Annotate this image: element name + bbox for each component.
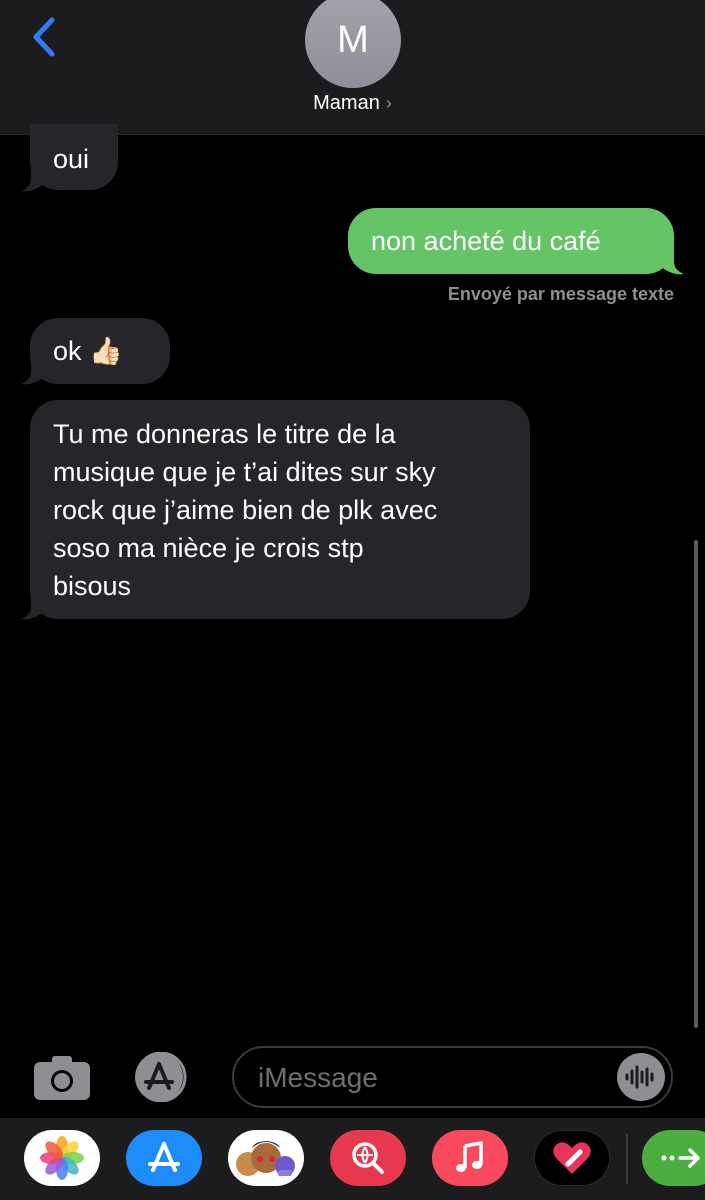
images-search-icon [352, 1142, 384, 1174]
conversation-header: M Maman › [0, 0, 705, 135]
app-store-icon [148, 1142, 180, 1172]
apps-button[interactable] [132, 1051, 198, 1103]
scrollbar[interactable] [694, 540, 698, 1028]
message-bubble-outgoing[interactable]: non acheté du café [348, 208, 674, 274]
message-input[interactable] [256, 1058, 620, 1098]
message-line: bisous [53, 571, 132, 601]
back-button[interactable] [26, 14, 66, 60]
message-text: oui [53, 144, 90, 174]
message-line: soso ma nièce je crois stp [53, 533, 364, 563]
audio-message-button[interactable] [617, 1053, 665, 1101]
photos-app-button[interactable] [24, 1130, 100, 1186]
memoji-icon [236, 1141, 295, 1176]
more-apps-button[interactable] [642, 1130, 705, 1186]
message-text: Tu me donneras le titre de la musique qu… [53, 415, 437, 605]
images-search-app-button[interactable] [330, 1130, 406, 1186]
contact-avatar[interactable]: M [305, 0, 401, 88]
chevron-right-icon: › [385, 93, 392, 113]
message-line: Tu me donneras le titre de la [53, 419, 396, 449]
bubble-tail [21, 591, 45, 620]
app-drawer [0, 1118, 705, 1200]
avatar-initial: M [337, 18, 369, 61]
bubble-tail [21, 163, 45, 192]
sent-as-text-status: Envoyé par message texte [447, 284, 674, 304]
digital-touch-icon [553, 1142, 591, 1174]
app-store-icon [135, 1051, 187, 1103]
contact-name-button[interactable]: Maman › [0, 92, 705, 115]
digital-touch-app-button[interactable] [534, 1130, 610, 1186]
app-store-app-button[interactable] [126, 1130, 202, 1186]
drawer-divider [626, 1134, 628, 1184]
chevron-left-icon [33, 17, 55, 57]
waveform-icon [625, 1065, 654, 1089]
music-icon [456, 1141, 483, 1172]
message-text: ok 👍🏻 [53, 336, 123, 366]
photos-icon [40, 1136, 84, 1180]
bubble-tail [21, 356, 45, 385]
camera-button[interactable] [32, 1052, 92, 1102]
contact-name: Maman [313, 92, 380, 114]
message-line: musique que je t’ai dites sur sky [53, 457, 436, 487]
music-app-button[interactable] [432, 1130, 508, 1186]
message-text: non acheté du café [371, 226, 601, 256]
camera-icon [34, 1056, 90, 1100]
message-bubble-incoming[interactable]: ok 👍🏻 [30, 318, 170, 384]
message-line: rock que j’aime bien de plk avec [53, 495, 438, 525]
message-field [232, 1046, 673, 1108]
memoji-app-button[interactable] [228, 1130, 304, 1186]
bubble-tail [660, 246, 684, 275]
message-bubble-incoming[interactable]: Tu me donneras le titre de la musique qu… [30, 400, 530, 619]
more-apps-icon [661, 1148, 700, 1168]
